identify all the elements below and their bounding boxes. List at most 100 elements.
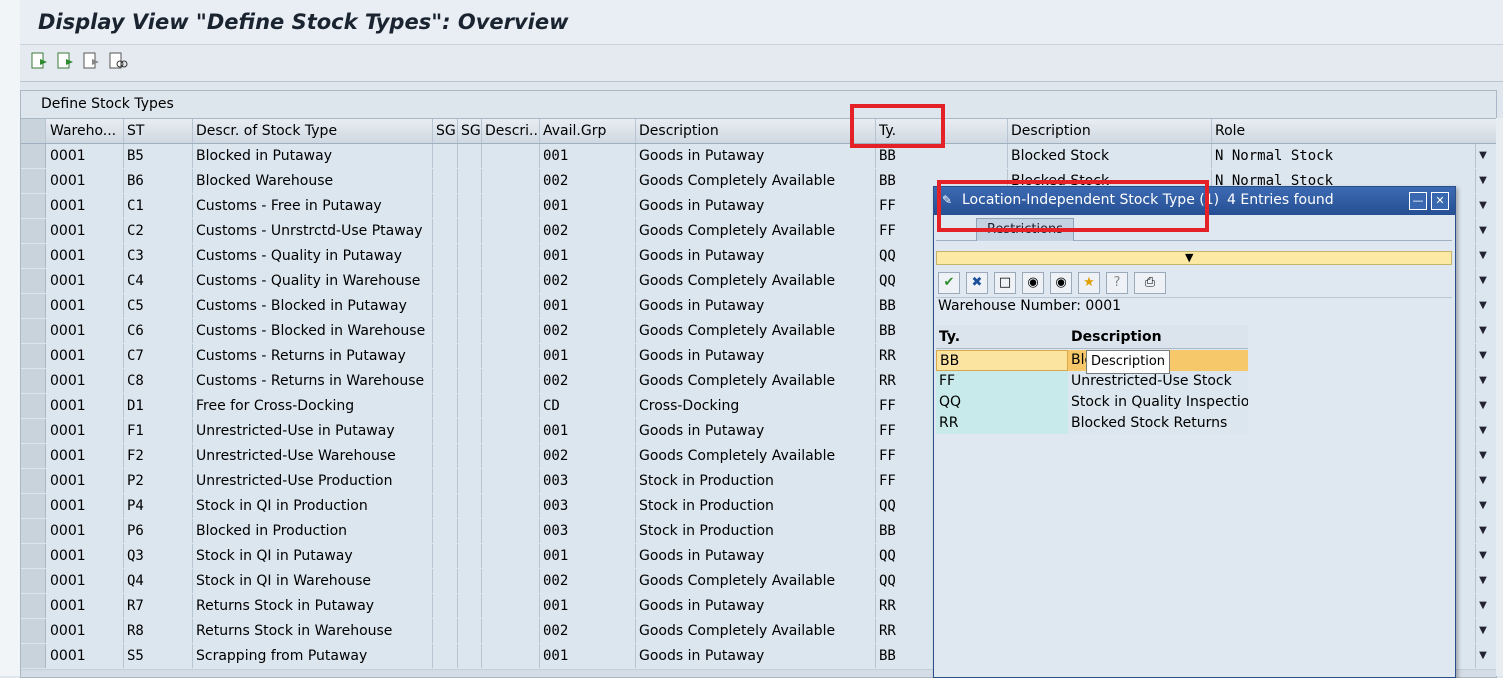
popup-header-ty[interactable]: Ty.	[936, 325, 1068, 349]
popup-header-description[interactable]: Description	[1068, 325, 1248, 349]
cell-st[interactable]: B5	[124, 144, 193, 168]
cell-avail-grp[interactable]: 002	[540, 269, 636, 293]
cell-sg1[interactable]	[433, 219, 458, 243]
cell-sg2[interactable]	[458, 219, 482, 243]
header-role[interactable]: Role	[1212, 119, 1496, 143]
cell-warehouse[interactable]: 0001	[47, 469, 124, 493]
cell-warehouse[interactable]: 0001	[47, 619, 124, 643]
row-selector[interactable]	[21, 519, 46, 543]
cell-descr[interactable]	[482, 144, 540, 168]
row-selector[interactable]	[21, 419, 46, 443]
cell-descr-stock-type[interactable]: Customs - Unrstrctd-Use Ptaway	[193, 219, 433, 243]
save-icon[interactable]	[82, 51, 102, 71]
cell-description[interactable]: Goods Completely Available	[636, 369, 876, 393]
cell-sg1[interactable]	[433, 344, 458, 368]
details-icon[interactable]	[30, 51, 50, 71]
cell-st[interactable]: C1	[124, 194, 193, 218]
header-descr[interactable]: Descri...	[482, 119, 540, 143]
header-sg1[interactable]: SG	[433, 119, 458, 143]
row-selector[interactable]	[21, 644, 46, 668]
find-next-icon[interactable]: ◉	[1050, 272, 1072, 294]
cell-avail-grp[interactable]: 001	[540, 194, 636, 218]
cell-descr-stock-type[interactable]: Customs - Returns in Putaway	[193, 344, 433, 368]
cell-sg2[interactable]	[458, 294, 482, 318]
cell-description[interactable]: Goods in Putaway	[636, 294, 876, 318]
role-dropdown-icon[interactable]: ▼	[1476, 494, 1490, 518]
row-selector[interactable]	[21, 619, 46, 643]
close-icon[interactable]: ✕	[1431, 192, 1449, 210]
cell-sg1[interactable]	[433, 194, 458, 218]
role-dropdown-icon[interactable]: ▼	[1476, 544, 1490, 568]
role-dropdown-icon[interactable]: ▼	[1476, 419, 1490, 443]
role-dropdown-icon[interactable]: ▼	[1476, 344, 1490, 368]
popup-row-ty[interactable]: FF	[936, 371, 1068, 392]
favorite-star-icon[interactable]: ★	[1078, 272, 1100, 294]
cell-descr-stock-type[interactable]: Stock in QI in Warehouse	[193, 569, 433, 593]
cell-sg1[interactable]	[433, 394, 458, 418]
cell-sg2[interactable]	[458, 169, 482, 193]
cell-st[interactable]: C2	[124, 219, 193, 243]
cell-descr-stock-type[interactable]: Customs - Blocked in Putaway	[193, 294, 433, 318]
cell-descr-stock-type[interactable]: Stock in QI in Putaway	[193, 544, 433, 568]
cell-st[interactable]: D1	[124, 394, 193, 418]
cell-descr-stock-type[interactable]: Blocked in Putaway	[193, 144, 433, 168]
cell-descr-stock-type[interactable]: Returns Stock in Warehouse	[193, 619, 433, 643]
role-dropdown-icon[interactable]: ▼	[1476, 269, 1490, 293]
expand-arrow-icon[interactable]: ▼	[1185, 252, 1193, 264]
cell-descr-stock-type[interactable]: Unrestricted-Use Warehouse	[193, 444, 433, 468]
cell-descr-stock-type[interactable]: Blocked Warehouse	[193, 169, 433, 193]
cell-description[interactable]: Goods in Putaway	[636, 644, 876, 668]
cell-warehouse[interactable]: 0001	[47, 269, 124, 293]
row-selector[interactable]	[21, 594, 46, 618]
cell-description[interactable]: Goods Completely Available	[636, 219, 876, 243]
cell-sg1[interactable]	[433, 319, 458, 343]
cell-warehouse[interactable]: 0001	[47, 644, 124, 668]
cell-sg2[interactable]	[458, 244, 482, 268]
role-dropdown-icon[interactable]: ▼	[1476, 569, 1490, 593]
row-selector[interactable]	[21, 444, 46, 468]
cell-st[interactable]: B6	[124, 169, 193, 193]
role-dropdown-icon[interactable]: ▼	[1476, 294, 1490, 318]
cell-avail-grp[interactable]: 002	[540, 219, 636, 243]
role-dropdown-icon[interactable]: ▼	[1476, 469, 1490, 493]
header-warehouse[interactable]: Wareho...	[47, 119, 124, 143]
cell-descr[interactable]	[482, 544, 540, 568]
cell-avail-grp[interactable]: 002	[540, 169, 636, 193]
row-selector[interactable]	[21, 344, 46, 368]
cell-sg2[interactable]	[458, 344, 482, 368]
cell-description[interactable]: Goods in Putaway	[636, 594, 876, 618]
cell-descr-stock-type[interactable]: Blocked in Production	[193, 519, 433, 543]
cell-st[interactable]: P4	[124, 494, 193, 518]
cell-sg2[interactable]	[458, 544, 482, 568]
cell-warehouse[interactable]: 0001	[47, 194, 124, 218]
header-sg2[interactable]: SG	[458, 119, 482, 143]
header-descr-stock-type[interactable]: Descr. of Stock Type	[193, 119, 433, 143]
cell-descr-stock-type[interactable]: Returns Stock in Putaway	[193, 594, 433, 618]
role-dropdown-icon[interactable]: ▼	[1476, 519, 1490, 543]
cell-descr-stock-type[interactable]: Customs - Free in Putaway	[193, 194, 433, 218]
cell-warehouse[interactable]: 0001	[47, 219, 124, 243]
cell-avail-grp[interactable]: 002	[540, 569, 636, 593]
header-st[interactable]: ST	[124, 119, 193, 143]
cell-warehouse[interactable]: 0001	[47, 394, 124, 418]
cell-warehouse[interactable]: 0001	[47, 494, 124, 518]
cell-sg2[interactable]	[458, 419, 482, 443]
role-dropdown-icon[interactable]: ▼	[1476, 169, 1490, 193]
cell-sg2[interactable]	[458, 444, 482, 468]
row-selector[interactable]	[21, 294, 46, 318]
row-selector[interactable]	[21, 394, 46, 418]
row-selector[interactable]	[21, 144, 46, 168]
cell-sg1[interactable]	[433, 469, 458, 493]
new-document-icon[interactable]: □	[994, 272, 1016, 294]
cell-warehouse[interactable]: 0001	[47, 594, 124, 618]
cell-avail-grp[interactable]: 001	[540, 594, 636, 618]
cell-sg2[interactable]	[458, 519, 482, 543]
cell-sg2[interactable]	[458, 194, 482, 218]
table-row[interactable]: 0001B5Blocked in Putaway001Goods in Puta…	[21, 144, 1496, 170]
role-dropdown-icon[interactable]: ▼	[1476, 194, 1490, 218]
cell-descr-stock-type[interactable]: Customs - Quality in Warehouse	[193, 269, 433, 293]
row-selector[interactable]	[21, 494, 46, 518]
cell-description[interactable]: Stock in Production	[636, 469, 876, 493]
cell-sg1[interactable]	[433, 144, 458, 168]
cell-description[interactable]: Goods Completely Available	[636, 169, 876, 193]
